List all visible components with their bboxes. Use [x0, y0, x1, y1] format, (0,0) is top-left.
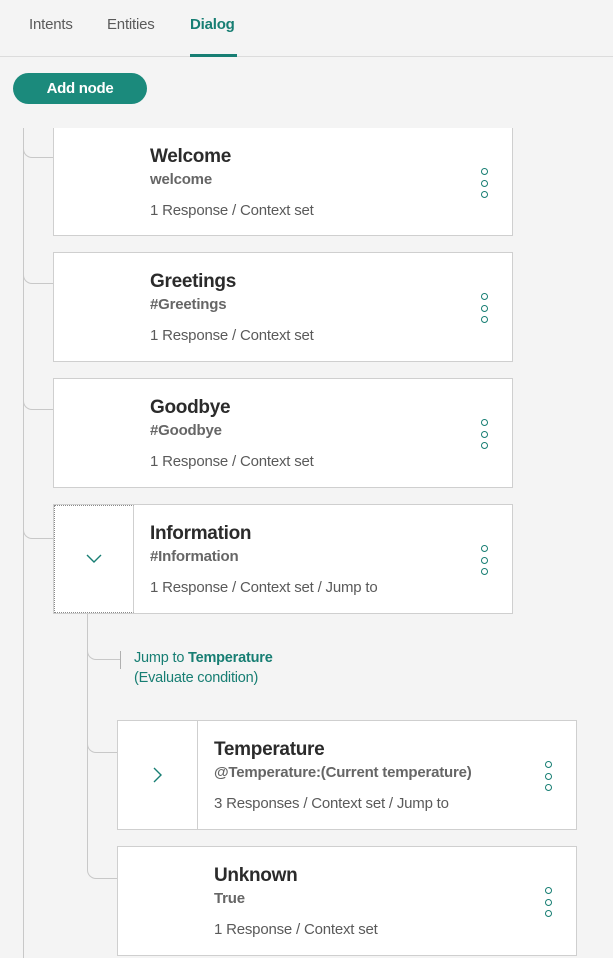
- node-condition: welcome: [150, 171, 212, 188]
- overflow-menu-icon[interactable]: [478, 545, 490, 575]
- node-meta: 1 Response / Context set: [214, 921, 378, 938]
- tree-connector: [87, 846, 118, 879]
- jump-to-note[interactable]: Jump to Temperature (Evaluate condition): [134, 648, 273, 688]
- jump-prefix: Jump to: [134, 650, 189, 666]
- node-title: Unknown: [214, 865, 298, 886]
- dialog-node-greetings[interactable]: Greetings #Greetings 1 Response / Contex…: [53, 252, 513, 362]
- expand-toggle[interactable]: [118, 721, 198, 829]
- node-condition: @Temperature:(Current temperature): [214, 764, 472, 781]
- node-title: Temperature: [214, 739, 325, 760]
- tree-connector: [87, 620, 120, 660]
- overflow-menu-icon[interactable]: [478, 168, 490, 198]
- tab-dialog[interactable]: Dialog: [190, 16, 235, 33]
- tree-connector: [23, 254, 54, 284]
- overflow-menu-icon[interactable]: [478, 293, 490, 323]
- tree-connector: [87, 720, 118, 753]
- tree-line-root: [23, 128, 24, 958]
- jump-evaluate: (Evaluate condition): [134, 670, 259, 686]
- dialog-node-goodbye[interactable]: Goodbye #Goodbye 1 Response / Context se…: [53, 378, 513, 488]
- overflow-menu-icon[interactable]: [542, 761, 554, 791]
- dialog-node-information[interactable]: Information #Information 1 Response / Co…: [53, 504, 513, 614]
- node-meta: 1 Response / Context set: [150, 327, 314, 344]
- overflow-menu-icon[interactable]: [478, 419, 490, 449]
- node-meta: 1 Response / Context set: [150, 202, 314, 219]
- node-condition: #Greetings: [150, 296, 227, 313]
- chevron-right-icon: [153, 767, 162, 783]
- dialog-node-welcome[interactable]: Welcome welcome 1 Response / Context set: [53, 128, 513, 236]
- node-title: Goodbye: [150, 397, 231, 418]
- chevron-down-icon: [86, 554, 102, 563]
- jump-target[interactable]: Temperature: [188, 650, 273, 666]
- node-title: Information: [150, 523, 252, 544]
- node-title: Welcome: [150, 146, 231, 167]
- dialog-node-temperature[interactable]: Temperature @Temperature:(Current temper…: [117, 720, 577, 830]
- tree-connector: [23, 506, 54, 539]
- overflow-menu-icon[interactable]: [542, 887, 554, 917]
- add-node-button[interactable]: Add node: [13, 73, 147, 104]
- node-title: Greetings: [150, 271, 236, 292]
- tab-entities[interactable]: Entities: [107, 16, 155, 33]
- top-nav: Intents Entities Dialog: [0, 0, 613, 57]
- tree-connector: [23, 380, 54, 410]
- node-condition: #Goodbye: [150, 422, 222, 439]
- dialog-node-unknown[interactable]: Unknown True 1 Response / Context set: [117, 846, 577, 956]
- node-condition: True: [214, 890, 245, 907]
- tree-connector: [23, 128, 54, 158]
- node-meta: 1 Response / Context set: [150, 453, 314, 470]
- active-tab-indicator: [190, 54, 237, 57]
- collapse-toggle[interactable]: [54, 505, 134, 613]
- node-meta: 1 Response / Context set / Jump to: [150, 579, 378, 596]
- node-condition: #Information: [150, 548, 239, 565]
- jump-marker: [120, 651, 121, 669]
- node-meta: 3 Responses / Context set / Jump to: [214, 795, 449, 812]
- tab-intents[interactable]: Intents: [29, 16, 73, 33]
